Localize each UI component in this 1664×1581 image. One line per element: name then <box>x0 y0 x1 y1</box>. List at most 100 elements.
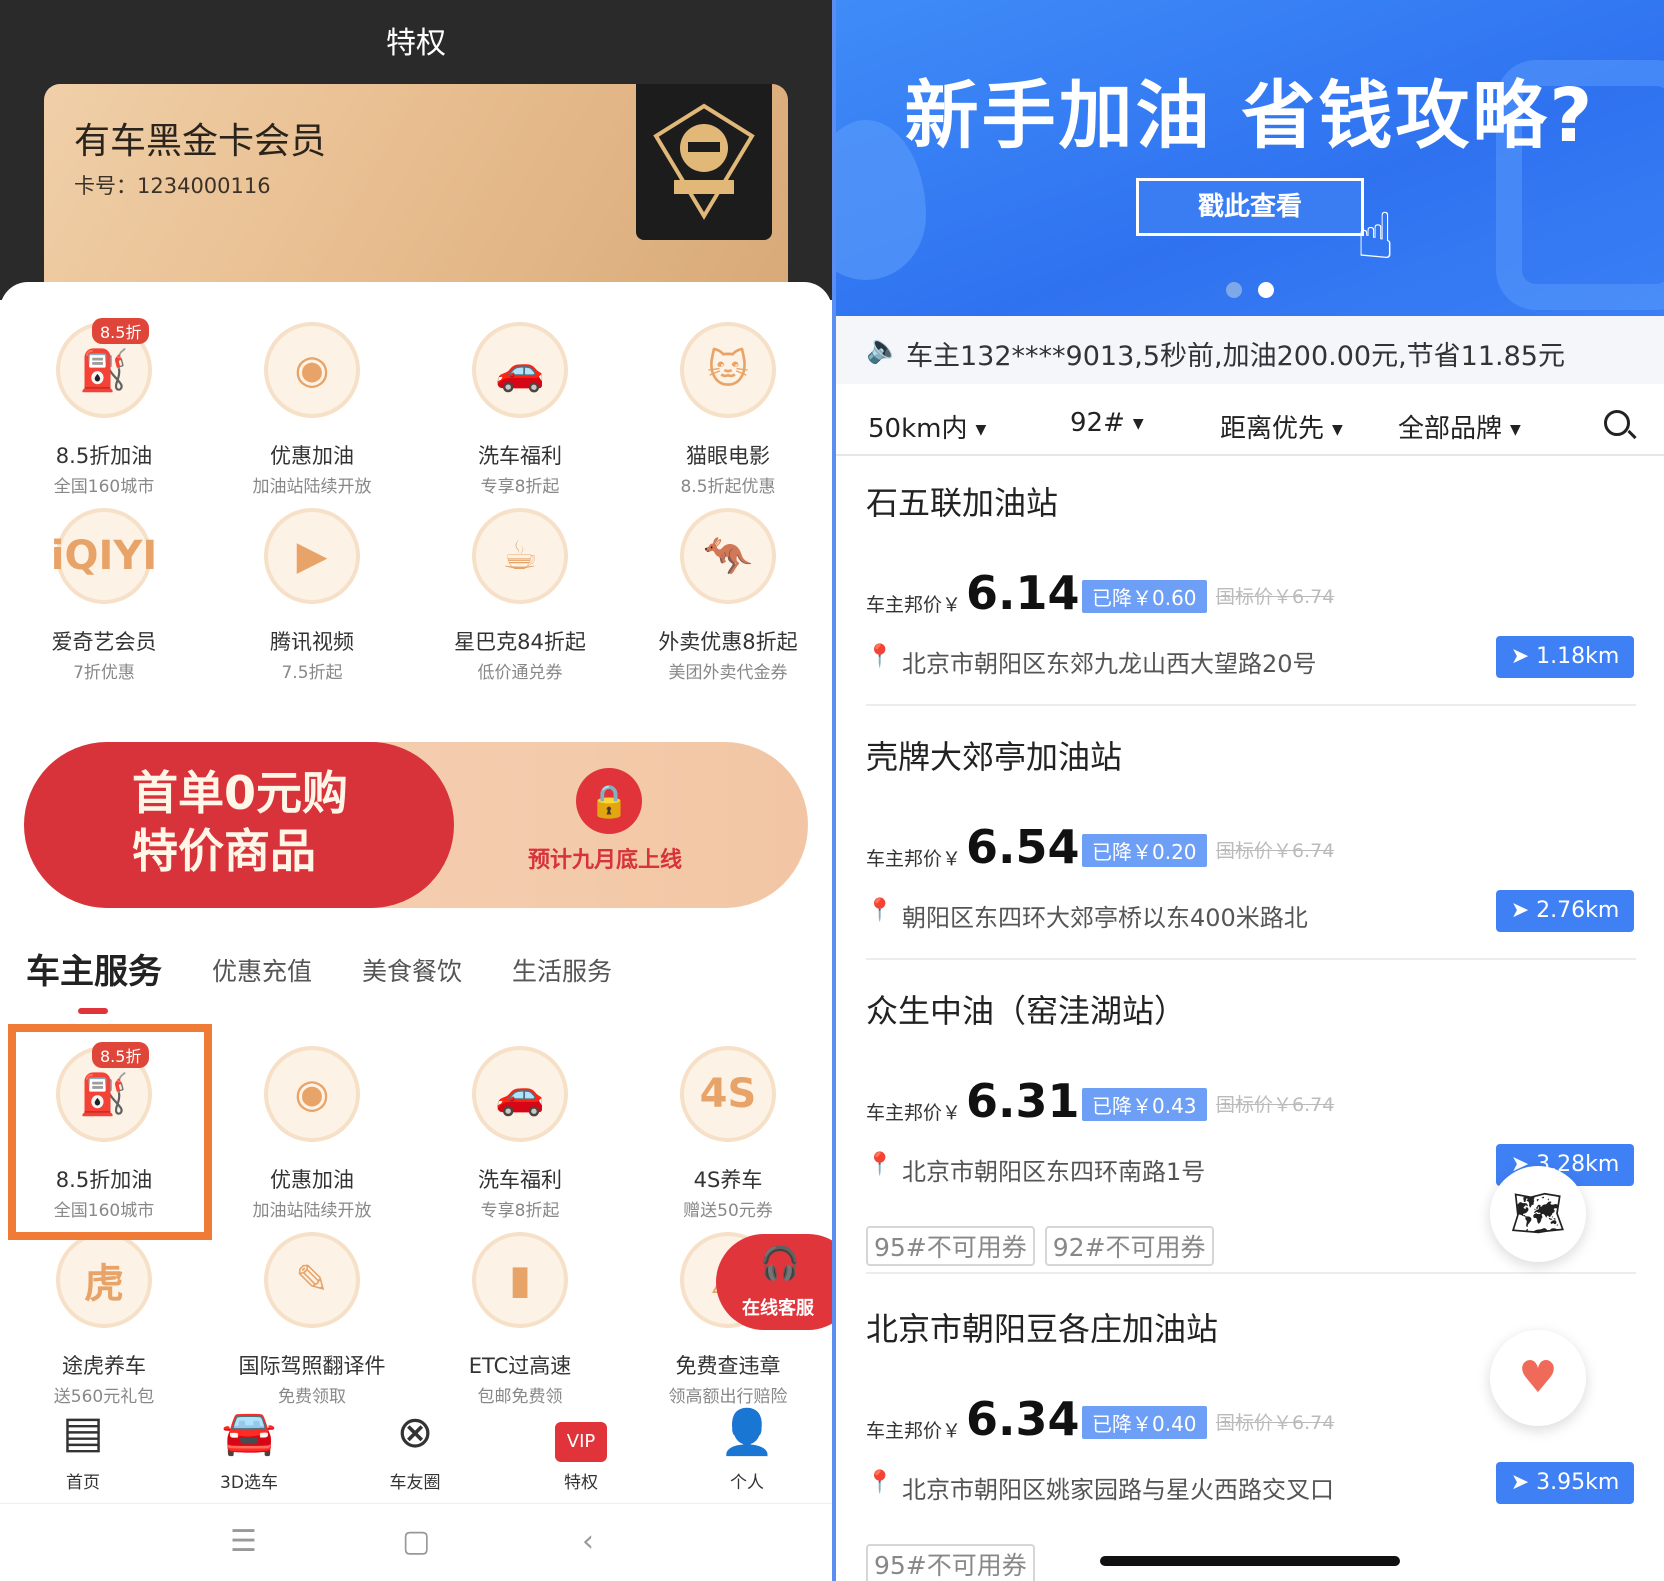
benefit-item[interactable]: 4S 4S养车 赠送50元券 <box>624 1046 832 1226</box>
page-title: 特权 <box>386 26 446 61</box>
price-label: 车主邦价￥ <box>866 1420 962 1442</box>
benefit-label: 8.5折加油 <box>55 444 153 468</box>
location-pin-icon: 📍 <box>866 1152 894 1177</box>
promo-line1: 首单0元购 <box>132 766 349 820</box>
price-label: 车主邦价￥ <box>866 1102 962 1124</box>
promo-line2: 特价商品 <box>132 824 316 878</box>
nav-item[interactable]: ▤ 首页 <box>0 1404 166 1493</box>
customer-service-button[interactable]: 🎧 在线客服 <box>716 1234 832 1330</box>
nav-item[interactable]: VIP 特权 <box>498 1404 664 1493</box>
benefit-label: 爱奇艺会员 <box>51 630 157 654</box>
benefit-item[interactable]: ☕ 星巴克84折起 低价通兑券 <box>416 508 624 688</box>
profile-icon: 👤 <box>719 1407 775 1458</box>
pointer-hand-icon: ☝ <box>1356 200 1395 274</box>
benefit-item[interactable]: ▮ ETC过高速 包邮免费领 <box>416 1232 624 1412</box>
tab-food[interactable]: 美食餐饮 <box>362 952 462 988</box>
view-guide-button[interactable]: 戳此查看 <box>1136 178 1364 236</box>
benefit-item[interactable]: 🚗 洗车福利 专享8折起 <box>416 1046 624 1226</box>
caret-down-icon: ▼ <box>1332 421 1343 438</box>
price-value: 6.54 <box>966 820 1080 874</box>
filter-range[interactable]: 50km内 ▼ <box>868 408 986 445</box>
filter-fuel-type[interactable]: 92# ▼ <box>1070 408 1144 438</box>
active-tab-indicator <box>78 1008 108 1014</box>
nav-item[interactable]: ⊗ 车友圈 <box>332 1404 498 1493</box>
price-row: 车主邦价￥ 6.31 已降￥0.43 国标价￥6.74 <box>866 1074 1636 1134</box>
carousel-dot[interactable] <box>1226 282 1242 298</box>
back-icon[interactable]: ‹ <box>582 1524 594 1559</box>
promo-banner[interactable]: 首单0元购 特价商品 🔒 预计九月底上线 <box>24 742 808 908</box>
benefit-item[interactable]: 🚗 洗车福利 专享8折起 <box>416 322 624 502</box>
distance-value: 2.76km <box>1536 898 1620 923</box>
navigate-arrow-icon: ➤ <box>1510 898 1537 923</box>
price-drop-badge: 已降￥0.20 <box>1082 834 1207 867</box>
home-square-icon[interactable]: ▢ <box>402 1524 430 1559</box>
station-address: 朝阳区东四环大郊亭桥以东400米路北 <box>902 904 1308 932</box>
filter-bar: 50km内 ▼ 92# ▼ 距离优先 ▼ 全部品牌 ▼ <box>836 384 1664 456</box>
member-card[interactable]: 有车黑金卡会员 卡号：1234000116 <box>44 84 788 314</box>
coupon-tag: 95#不可用券 <box>866 1226 1035 1266</box>
benefit-label: 途虎养车 <box>62 1354 146 1378</box>
benefit-label: 猫眼电影 <box>686 444 770 468</box>
license-translation-icon: ✎ <box>264 1232 360 1328</box>
nav-label: 特权 <box>564 1473 598 1493</box>
nav-item[interactable]: 🚘 3D选车 <box>166 1404 332 1493</box>
delivery-kangaroo-icon: 🦘 <box>680 508 776 604</box>
tencent-video-icon: ▶ <box>264 508 360 604</box>
filter-brand[interactable]: 全部品牌 ▼ <box>1398 408 1521 445</box>
benefit-item[interactable]: ⛽ 8.5折 8.5折加油 全国160城市 <box>0 318 208 502</box>
discount-fuel-icon: ◉ <box>264 322 360 418</box>
nav-label: 车友圈 <box>389 1473 441 1493</box>
map-icon[interactable]: 🗺 <box>1490 1166 1586 1262</box>
carousel-dot-active[interactable] <box>1258 282 1274 298</box>
home-indicator <box>1100 1556 1400 1566</box>
benefit-item[interactable]: iQIYI 爱奇艺会员 7折优惠 <box>0 508 208 688</box>
nav-label: 个人 <box>730 1473 764 1493</box>
station-name: 壳牌大郊亭加油站 <box>866 738 1123 776</box>
benefit-item[interactable]: ▶ 腾讯视频 7.5折起 <box>208 508 416 688</box>
search-icon[interactable] <box>1604 410 1630 436</box>
tab-recharge[interactable]: 优惠充值 <box>212 952 312 988</box>
benefit-sublabel: 加油站陆续开放 <box>252 1201 372 1221</box>
guide-banner[interactable]: 新手加油 省钱攻略? 戳此查看 ☝ <box>836 0 1664 316</box>
benefit-item[interactable]: 🦘 外卖优惠8折起 美团外卖代金券 <box>624 508 832 688</box>
heart-icon[interactable]: ♥ <box>1490 1330 1586 1426</box>
distance-value: 1.18km <box>1536 644 1620 669</box>
price-label: 车主邦价￥ <box>866 848 962 870</box>
benefit-sublabel: 8.5折起优惠 <box>680 477 776 497</box>
customer-service-label: 在线客服 <box>742 1298 814 1319</box>
benefit-sublabel: 7.5折起 <box>281 663 343 683</box>
tab-life-service[interactable]: 生活服务 <box>512 952 612 988</box>
navigate-button[interactable]: ➤ 3.95km <box>1496 1462 1634 1504</box>
menu-icon[interactable]: ☰ <box>230 1524 257 1559</box>
benefit-item[interactable]: 虎途虎养车 送560元礼包 <box>0 1232 208 1412</box>
navigate-button[interactable]: ➤ 1.18km <box>1496 636 1634 678</box>
bottom-nav: ▤ 首页 🚘 3D选车 ⊗ 车友圈 VIP 特权 👤 个人 <box>0 1404 832 1504</box>
banner-headline: 新手加油 省钱攻略? <box>904 73 1596 159</box>
price-value: 6.14 <box>966 566 1080 620</box>
filter-sort[interactable]: 距离优先 ▼ <box>1220 408 1343 445</box>
price-value: 6.34 <box>966 1392 1080 1446</box>
tab-owner-service[interactable]: 车主服务 <box>26 944 162 993</box>
speaker-icon: 🔈 <box>866 332 901 365</box>
black-card-badge-icon <box>636 84 772 240</box>
benefit-label: 免费查违章 <box>675 1354 781 1378</box>
benefit-item[interactable]: ◉ 优惠加油 加油站陆续开放 <box>208 1046 416 1226</box>
benefit-item[interactable]: ◉ 优惠加油加油站陆续开放 <box>208 322 416 502</box>
benefit-sublabel: 加油站陆续开放 <box>252 477 372 497</box>
coupon-tag: 95#不可用券 <box>866 1544 1035 1581</box>
price-label: 车主邦价￥ <box>866 594 962 616</box>
4s-service-icon: 4S <box>680 1046 776 1142</box>
price-drop-badge: 已降￥0.40 <box>1082 1406 1207 1439</box>
benefit-label: 优惠加油 <box>270 444 354 468</box>
member-card-number: 卡号：1234000116 <box>74 174 271 198</box>
navigate-button[interactable]: ➤ 2.76km <box>1496 890 1634 932</box>
location-pin-icon: 📍 <box>866 644 894 669</box>
member-card-name: 有车黑金卡会员 <box>74 121 327 162</box>
benefit-item[interactable]: 🐱 猫眼电影 8.5折起优惠 <box>624 322 832 502</box>
benefit-item[interactable]: ✎ 国际驾照翻译件 免费领取 <box>208 1232 416 1412</box>
benefit-label: 国际驾照翻译件 <box>238 1354 386 1378</box>
nav-item[interactable]: 👤 个人 <box>664 1404 830 1493</box>
car-wash-icon: 🚗 <box>472 322 568 418</box>
promo-title: 首单0元购 特价商品 <box>132 764 348 880</box>
highlight-box <box>8 1024 212 1240</box>
